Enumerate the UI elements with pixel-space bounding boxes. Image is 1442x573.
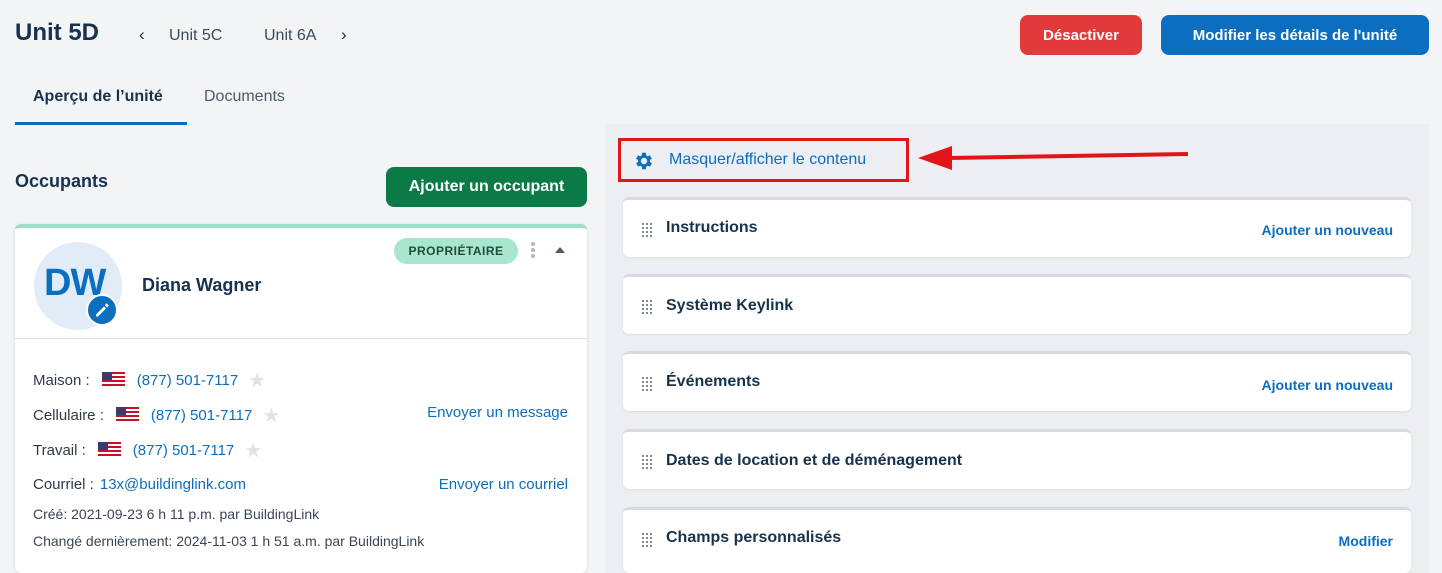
section-title: Dates de location et de déménagement [666,452,963,469]
star-icon[interactable]: ★ [244,440,262,462]
drag-handle-icon[interactable] [641,222,653,238]
star-icon[interactable]: ★ [248,370,266,392]
occupant-name[interactable]: Diana Wagner [142,275,261,296]
avatar: DW [34,242,122,330]
divider [15,338,587,339]
tab-documents[interactable]: Documents [204,88,285,106]
us-flag-icon [97,442,121,456]
tab-unit-overview[interactable]: Aperçu de l’unité [33,88,163,106]
annotation-arrow-icon [918,146,1189,170]
section-lease-dates: Dates de location et de déménagement [623,429,1411,489]
section-custom-fields: Champs personnalisés Modifier [623,507,1411,573]
pencil-icon [96,303,109,317]
created-info: Créé: 2021-09-23 6 h 11 p.m. par Buildin… [33,506,320,522]
drag-handle-icon[interactable] [641,376,653,392]
phone-row-home: Maison : (877) 501-7117 ★ [33,370,267,392]
us-flag-icon [101,372,125,386]
us-flag-icon [115,407,139,421]
show-hide-label: Masquer/afficher le contenu [669,151,867,168]
content-panel [605,124,1429,573]
next-unit-link[interactable]: Unit 6A [264,27,316,45]
phone-link[interactable]: (877) 501-7117 [151,407,252,424]
edit-unit-details-button[interactable]: Modifier les détails de l'unité [1161,15,1429,55]
section-title: Système Keylink [666,297,794,314]
role-badge: PROPRIÉTAIRE [394,238,518,264]
modify-link[interactable]: Modifier [1339,533,1393,549]
section-title: Instructions [666,219,758,236]
chevron-right-icon[interactable]: › [341,25,347,45]
phone-row-mobile: Cellulaire : (877) 501-7117 ★ [33,405,281,427]
last-changed-info: Changé dernièrement: 2024-11-03 1 h 51 a… [33,533,425,549]
tab-bar: Aperçu de l’unité Documents [0,72,600,125]
occupant-card: DW Diana Wagner PROPRIÉTAIRE Maison : (87… [15,224,587,573]
add-new-link[interactable]: Ajouter un nouveau [1262,222,1393,238]
prev-unit-link[interactable]: Unit 5C [169,27,222,45]
email-row: Courriel :13x@buildinglink.com [33,476,246,493]
section-events: Événements Ajouter un nouveau [623,351,1411,411]
section-title: Champs personnalisés [666,529,842,546]
page-title: Unit 5D [15,19,99,46]
section-instructions: Instructions Ajouter un nouveau [623,197,1411,257]
edit-avatar-button[interactable] [86,294,118,326]
show-hide-content-button[interactable]: Masquer/afficher le contenu [618,138,909,182]
collapse-icon[interactable] [555,247,565,253]
section-title: Événements [666,373,761,390]
add-occupant-button[interactable]: Ajouter un occupant [386,167,587,207]
drag-handle-icon[interactable] [641,532,653,548]
chevron-left-icon[interactable]: ‹ [139,25,145,45]
phone-link[interactable]: (877) 501-7117 [137,372,238,389]
email-link[interactable]: 13x@buildinglink.com [100,476,246,493]
add-new-link[interactable]: Ajouter un nouveau [1262,377,1393,393]
more-options-icon[interactable] [527,240,539,262]
phone-row-work: Travail : (877) 501-7117 ★ [33,440,263,462]
phone-link[interactable]: (877) 501-7117 [133,442,234,459]
deactivate-button[interactable]: Désactiver [1020,15,1142,55]
drag-handle-icon[interactable] [641,454,653,470]
occupants-heading: Occupants [15,171,109,191]
page-header: Unit 5D ‹ Unit 5C Unit 6A › Désactiver M… [0,0,1442,72]
section-keylink: Système Keylink [623,274,1411,334]
send-email-link[interactable]: Envoyer un courriel [439,476,568,493]
star-icon[interactable]: ★ [262,405,280,427]
active-tab-indicator [15,122,187,125]
send-message-link[interactable]: Envoyer un message [427,404,568,421]
drag-handle-icon[interactable] [641,299,653,315]
gear-icon [636,152,652,170]
